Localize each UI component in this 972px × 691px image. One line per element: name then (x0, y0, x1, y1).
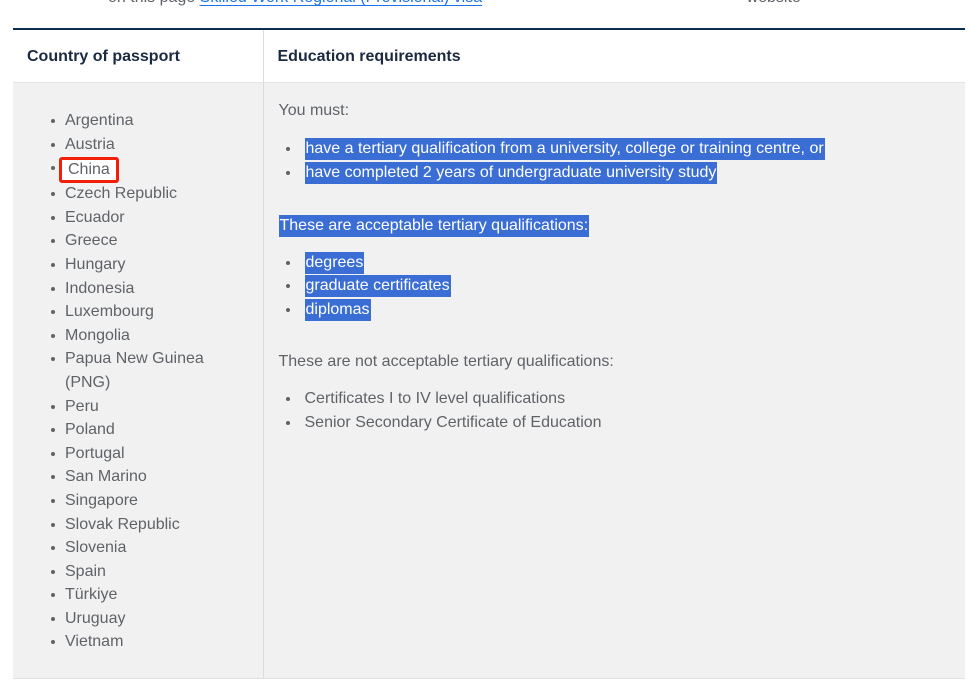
must-requirement-item: have completed 2 years of undergraduate … (285, 161, 952, 185)
education-requirements-table-wrapper: Country of passport Education requiremen… (13, 28, 965, 679)
country-name: Slovak Republic (65, 516, 180, 533)
country-list-item: Spain (51, 560, 249, 584)
not-acceptable-qualifications-list: Certificates I to IV level qualification… (279, 387, 952, 435)
must-requirement-item-text: have a tertiary qualification from a uni… (305, 138, 825, 160)
country-list-item: China (51, 156, 249, 182)
country-name: Singapore (65, 492, 138, 509)
acceptable-qualification-item-text: graduate certificates (305, 275, 451, 297)
table-row: Argentina Austria China Czech Republic Ecuad… (13, 83, 965, 679)
country-name: Hungary (65, 256, 125, 273)
country-name: Vietnam (65, 633, 123, 650)
not-acceptable-qualification-item-text: Senior Secondary Certificate of Educatio… (305, 414, 602, 431)
acceptable-qualification-item-text: degrees (305, 252, 365, 274)
country-name: Argentina (65, 112, 134, 129)
country-list-item: Ecuador (51, 206, 249, 230)
country-name-highlighted: China (59, 157, 119, 183)
country-name: Czech Republic (65, 185, 177, 202)
country-list-item: San Marino (51, 465, 249, 489)
country-list-item: Austria (51, 133, 249, 157)
country-list-item: Singapore (51, 489, 249, 513)
country-list-item: Uruguay (51, 607, 249, 631)
acceptable-qualifications-heading-text: These are acceptable tertiary qualificat… (279, 215, 590, 237)
country-list-item: Greece (51, 229, 249, 253)
must-requirement-item: have a tertiary qualification from a uni… (285, 137, 952, 161)
acceptable-qualifications-heading: These are acceptable tertiary qualificat… (279, 214, 952, 238)
not-acceptable-qualification-item: Senior Secondary Certificate of Educatio… (285, 411, 952, 435)
acceptable-qualifications-list: degreesgraduate certificatesdiplomas (279, 251, 952, 322)
table-body: Argentina Austria China Czech Republic Ecuad… (13, 83, 965, 679)
country-name: Mongolia (65, 327, 130, 344)
education-requirements-table: Country of passport Education requiremen… (13, 28, 965, 679)
not-acceptable-qualification-item: Certificates I to IV level qualification… (285, 387, 952, 411)
not-acceptable-qualification-item-text: Certificates I to IV level qualification… (305, 390, 566, 407)
acceptable-qualification-item: graduate certificates (285, 274, 952, 298)
country-name: Indonesia (65, 280, 134, 297)
column-header-education-requirements: Education requirements (263, 29, 965, 83)
country-list-item: Poland (51, 418, 249, 442)
country-list: Argentina Austria China Czech Republic Ecuad… (27, 109, 249, 654)
country-list-item: Luxembourg (51, 300, 249, 324)
country-list-item: Türkiye (51, 583, 249, 607)
acceptable-qualification-item-text: diplomas (305, 299, 371, 321)
clipped-paragraph-above-table: on this page Skilled Work Regional (Prov… (0, 0, 972, 14)
country-name: San Marino (65, 468, 147, 485)
country-name: Portugal (65, 445, 125, 462)
country-list-item: Argentina (51, 109, 249, 133)
country-list-item: Hungary (51, 253, 249, 277)
country-list-item: Papua New Guinea (PNG) (51, 347, 249, 394)
acceptable-qualification-item: degrees (285, 251, 952, 275)
column-header-country-of-passport: Country of passport (13, 29, 263, 83)
cell-education-requirements: You must: have a tertiary qualification … (263, 83, 965, 679)
country-list-item: Indonesia (51, 277, 249, 301)
country-name: Poland (65, 421, 115, 438)
country-name: Spain (65, 563, 106, 580)
country-list-item: Vietnam (51, 630, 249, 654)
country-list-item: Peru (51, 395, 249, 419)
table-header: Country of passport Education requiremen… (13, 29, 965, 83)
country-name: Greece (65, 232, 117, 249)
country-name: Austria (65, 136, 115, 153)
country-list-item: Czech Republic (51, 182, 249, 206)
must-requirements-list: have a tertiary qualification from a uni… (279, 137, 952, 185)
clipped-paragraph-trailing-text: website (747, 0, 801, 6)
country-name: Papua New Guinea (PNG) (65, 350, 204, 391)
country-name: Türkiye (65, 586, 117, 603)
table-header-row: Country of passport Education requiremen… (13, 29, 965, 83)
not-acceptable-qualifications-heading: These are not acceptable tertiary qualif… (279, 350, 952, 374)
must-requirement-item-text: have completed 2 years of undergraduate … (305, 162, 718, 184)
country-list-item: Mongolia (51, 324, 249, 348)
acceptable-qualification-item: diplomas (285, 298, 952, 322)
education-intro-text: You must: (279, 99, 952, 123)
country-name: Ecuador (65, 209, 125, 226)
country-list-item: Portugal (51, 442, 249, 466)
education-requirements-content: You must: have a tertiary qualification … (278, 99, 952, 435)
clipped-paragraph-text: on this page (108, 0, 195, 6)
cell-country-list: Argentina Austria China Czech Republic Ecuad… (13, 83, 263, 679)
clipped-paragraph-link[interactable]: Skilled Work Regional (Provisional) visa (200, 0, 482, 6)
country-name: Peru (65, 398, 99, 415)
country-name: Luxembourg (65, 303, 154, 320)
country-list-item: Slovak Republic (51, 513, 249, 537)
country-list-item: Slovenia (51, 536, 249, 560)
country-name: Slovenia (65, 539, 126, 556)
country-name: Uruguay (65, 610, 125, 627)
